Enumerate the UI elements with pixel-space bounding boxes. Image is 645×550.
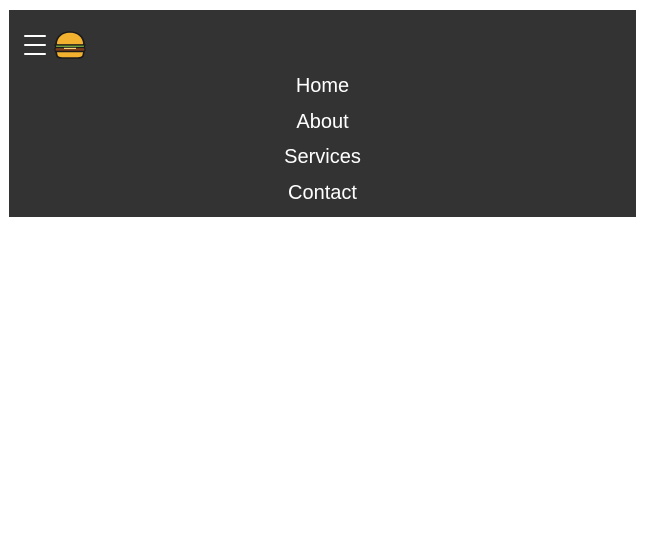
nav-link-services[interactable]: Services xyxy=(284,146,361,168)
hamburger-menu-icon[interactable] xyxy=(23,33,47,57)
navbar: Home About Services Contact xyxy=(9,10,636,217)
nav-item-contact: Contact xyxy=(9,177,636,213)
nav-link-about[interactable]: About xyxy=(296,111,348,133)
nav-menu: Home About Services Contact xyxy=(9,70,636,212)
menu-toggle[interactable] xyxy=(23,31,87,59)
nav-item-about: About xyxy=(9,106,636,142)
nav-link-contact[interactable]: Contact xyxy=(288,182,357,204)
nav-item-home: Home xyxy=(9,70,636,106)
nav-item-services: Services xyxy=(9,141,636,177)
nav-link-home[interactable]: Home xyxy=(296,75,349,97)
hamburger-emoji-icon xyxy=(54,31,86,59)
